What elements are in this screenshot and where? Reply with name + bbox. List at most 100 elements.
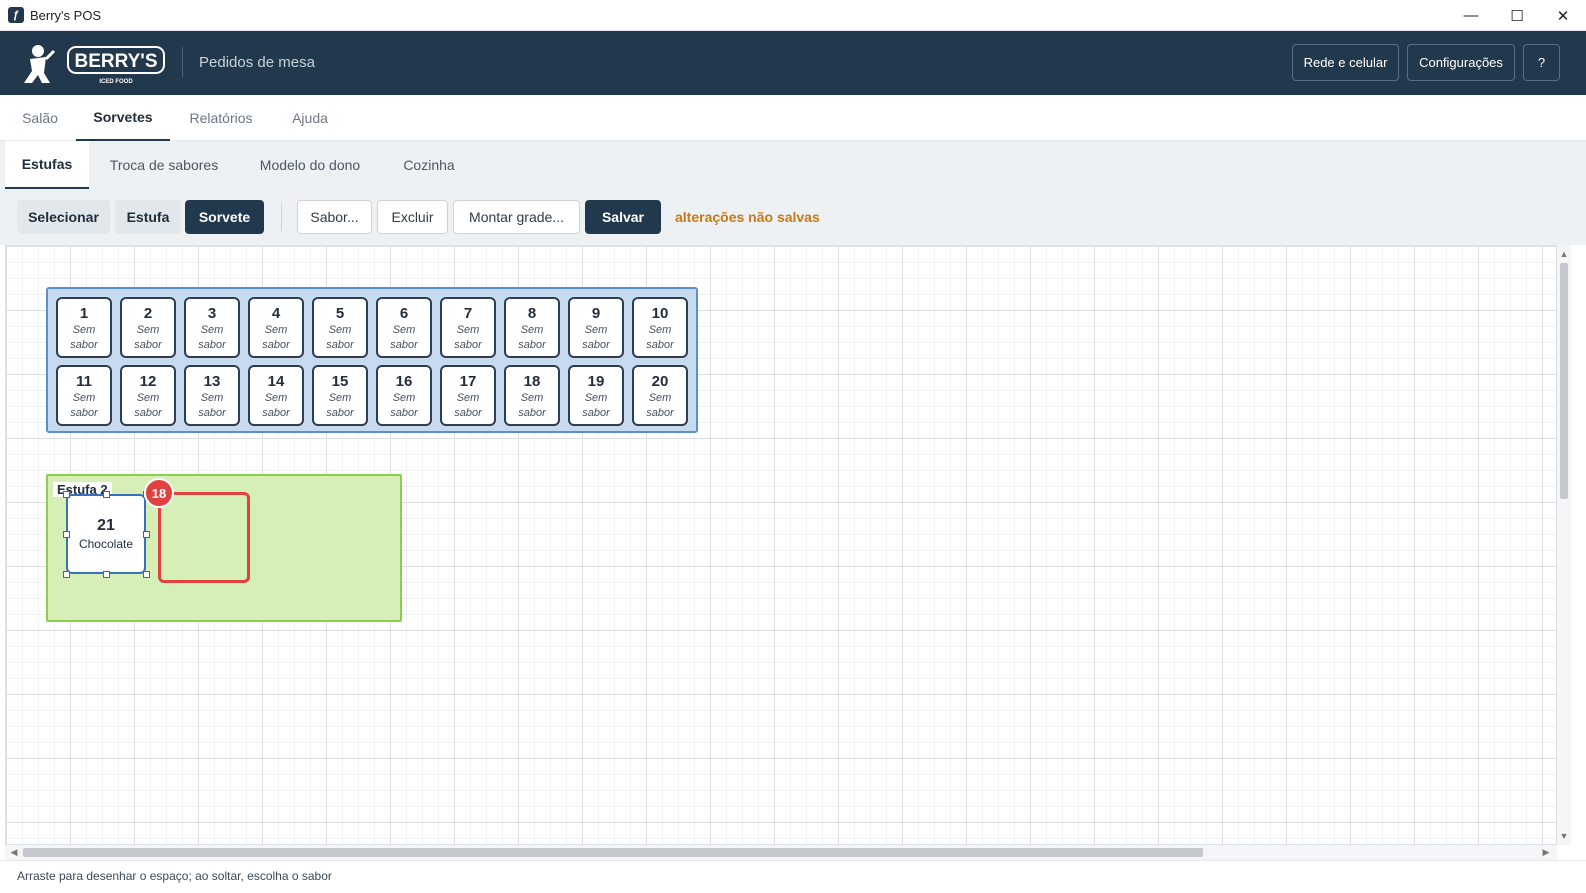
slot-number: 5 [335,305,345,322]
slot-flavor: Chocolate [78,537,134,551]
ice-cream-slot[interactable]: 2 Sem sabor [120,297,176,358]
slot-number: 17 [459,373,477,390]
slot-number: 15 [331,373,349,390]
ice-cream-slot[interactable]: 15 Sem sabor [312,365,368,426]
ice-cream-slot[interactable]: 3 Sem sabor [184,297,240,358]
ice-cream-slot[interactable]: 20 Sem sabor [632,365,688,426]
ice-cream-slot[interactable]: 17 Sem sabor [440,365,496,426]
ice-cream-slot[interactable]: 8 Sem sabor [504,297,560,358]
resize-handle-s[interactable] [103,571,110,578]
slot-number: 8 [527,305,537,322]
settings-button[interactable]: Configurações [1407,44,1515,81]
unsaved-changes-notice: alterações não salvas [675,209,820,225]
ice-cream-slot[interactable]: 7 Sem sabor [440,297,496,358]
ice-cream-slot[interactable]: 4 Sem sabor [248,297,304,358]
close-icon[interactable]: ✕ [1540,0,1586,31]
app-icon: ƒ [8,7,24,23]
ice-cream-slot[interactable]: 10 Sem sabor [632,297,688,358]
scroll-right-icon[interactable]: ▶ [1539,845,1553,860]
slot-flavor: Sem sabor [326,324,354,351]
mode-estufa-button[interactable]: Estufa [115,200,181,234]
ice-cream-slot[interactable]: 9 Sem sabor [568,297,624,358]
resize-handle-se[interactable] [143,571,150,578]
window-title: Berry's POS [30,7,102,23]
ice-cream-slot[interactable]: 6 Sem sabor [376,297,432,358]
resize-handle-n[interactable] [103,491,110,498]
main-tabs: Salão Sorvetes Relatórios Ajuda [0,95,1586,141]
estufa-1[interactable]: 1 Sem sabor 2 Sem sabor 3 Sem sabor 4 Sem sabor… [46,287,698,433]
slot-flavor: Sem sabor [134,392,162,419]
slot-number: 7 [463,305,473,322]
tab-sorvetes[interactable]: Sorvetes [76,95,170,141]
subtab-modelo-do-dono[interactable]: Modelo do dono [246,141,374,189]
subtab-troca-de-sabores[interactable]: Troca de sabores [100,141,228,189]
slot-number: 16 [395,373,413,390]
minimize-icon[interactable]: — [1448,0,1494,31]
slot-flavor: Sem sabor [582,392,610,419]
scroll-up-icon[interactable]: ▲ [1557,247,1571,261]
network-button[interactable]: Rede e celular [1292,44,1399,81]
ice-cream-slot[interactable]: 18 Sem sabor [504,365,560,426]
maximize-icon[interactable]: ☐ [1494,0,1540,31]
ice-cream-slot[interactable]: 5 Sem sabor [312,297,368,358]
resize-handle-sw[interactable] [63,571,70,578]
slot-flavor: Sem sabor [518,392,546,419]
slot-flavor: Sem sabor [198,324,226,351]
slot-flavor: Sem sabor [198,392,226,419]
slot-flavor: Sem sabor [390,392,418,419]
horizontal-scrollbar[interactable]: ◀ ▶ [5,845,1557,860]
slot-number: 13 [203,373,221,390]
resize-handle-w[interactable] [63,531,70,538]
ice-cream-slot[interactable]: 12 Sem sabor [120,365,176,426]
slot-number: 20 [651,373,669,390]
toolbar-divider [281,203,282,231]
slot-number: 18 [523,373,541,390]
header-subtitle: Pedidos de mesa [199,54,315,71]
slot-flavor: Sem sabor [454,324,482,351]
tab-salao[interactable]: Salão [17,95,63,141]
slot-flavor: Sem sabor [70,392,98,419]
slot-number: 2 [143,305,153,322]
slot-flavor: Sem sabor [326,392,354,419]
ice-cream-slot[interactable]: 11 Sem sabor [56,365,112,426]
scroll-left-icon[interactable]: ◀ [7,845,21,860]
ice-cream-slot[interactable]: 16 Sem sabor [376,365,432,426]
status-message: Arraste para desenhar o espaço; ao solta… [17,869,332,883]
vertical-scrollbar[interactable]: ▲ ▼ [1557,245,1571,845]
ice-cream-slot[interactable]: 13 Sem sabor [184,365,240,426]
layout-canvas[interactable]: 1 Sem sabor 2 Sem sabor 3 Sem sabor 4 Sem sabor… [5,245,1557,845]
ice-cream-slot-selected[interactable]: 21 Chocolate [66,494,146,574]
flavor-button[interactable]: Sabor... [297,200,372,234]
slot-number: 3 [207,305,217,322]
estufa-2[interactable]: Estufa 2 21 Chocolate 18 [46,474,402,622]
tab-ajuda[interactable]: Ajuda [285,95,335,141]
vertical-scroll-thumb[interactable] [1560,263,1568,499]
mode-sorvete-button[interactable]: Sorvete [185,200,264,234]
horizontal-scroll-thumb[interactable] [23,848,1203,857]
subtab-estufas[interactable]: Estufas [5,141,89,189]
slot-number: 10 [651,305,669,322]
mode-select-button[interactable]: Selecionar [17,200,110,234]
help-button[interactable]: ? [1523,44,1560,81]
slot-number: 9 [591,305,601,322]
ice-cream-slot[interactable]: 19 Sem sabor [568,365,624,426]
slot-flavor: Sem sabor [70,324,98,351]
slot-number: 1 [79,305,89,322]
slot-number: 14 [267,373,285,390]
window-titlebar: ƒ Berry's POS — ☐ ✕ [0,0,1586,31]
build-grid-button[interactable]: Montar grade... [453,200,580,234]
resize-handle-e[interactable] [143,531,150,538]
ice-cream-slot[interactable]: 1 Sem sabor [56,297,112,358]
slot-flavor: Sem sabor [134,324,162,351]
slot-flavor: Sem sabor [262,324,290,351]
slot-number: 12 [139,373,157,390]
resize-handle-nw[interactable] [63,491,70,498]
tab-relatorios[interactable]: Relatórios [185,95,257,141]
save-button[interactable]: Salvar [585,200,661,234]
scroll-down-icon[interactable]: ▼ [1557,829,1571,843]
delete-button[interactable]: Excluir [377,200,448,234]
ice-cream-slot[interactable]: 14 Sem sabor [248,365,304,426]
svg-text:ICED FOOD: ICED FOOD [99,79,133,85]
subtab-cozinha[interactable]: Cozinha [394,141,464,189]
new-slot-drawing[interactable] [158,492,250,583]
